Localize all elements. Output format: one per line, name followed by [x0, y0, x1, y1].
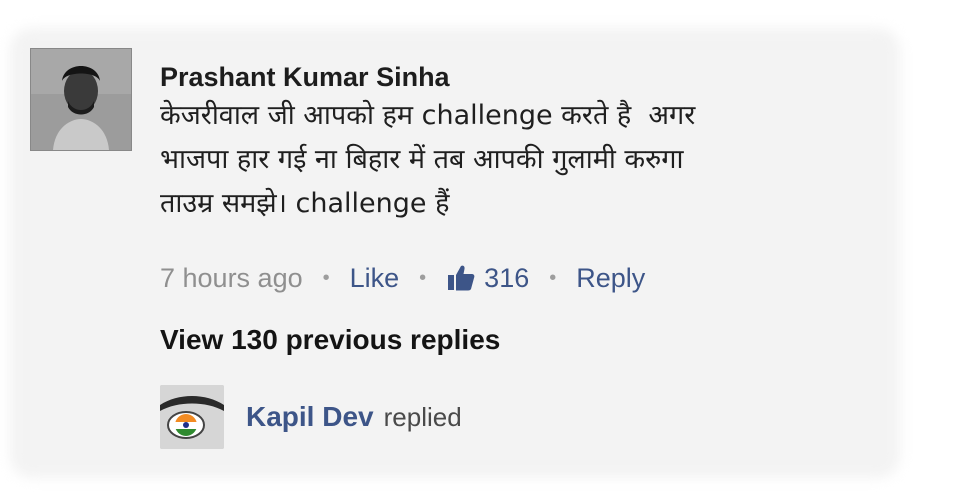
comment-actions-row: 7 hours ago • Like • 316 • Reply [160, 256, 645, 300]
comment-author-name[interactable]: Prashant Kumar Sinha [160, 60, 880, 94]
person-photo-icon [31, 49, 131, 150]
view-previous-replies-link[interactable]: View 130 previous replies [160, 324, 500, 356]
reply-preview-row[interactable]: Kapil Dev replied [160, 384, 462, 450]
like-button[interactable]: Like [350, 263, 400, 294]
comment-timestamp[interactable]: 7 hours ago [160, 263, 303, 294]
separator-dot: • [549, 266, 557, 289]
comment-text: केजरीवाल जी आपको हम challenge करते है अग… [160, 100, 696, 219]
reply-button[interactable]: Reply [576, 263, 645, 294]
thumbs-up-icon [446, 263, 476, 293]
separator-dot: • [322, 266, 330, 289]
commenter-avatar[interactable] [30, 48, 132, 151]
separator-dot: • [419, 266, 427, 289]
reply-avatar[interactable] [160, 385, 224, 449]
replied-label: replied [383, 401, 462, 432]
reply-author-name[interactable]: Kapil Dev [246, 401, 374, 433]
like-count[interactable]: 316 [484, 263, 529, 294]
eye-flag-icon [160, 385, 224, 449]
